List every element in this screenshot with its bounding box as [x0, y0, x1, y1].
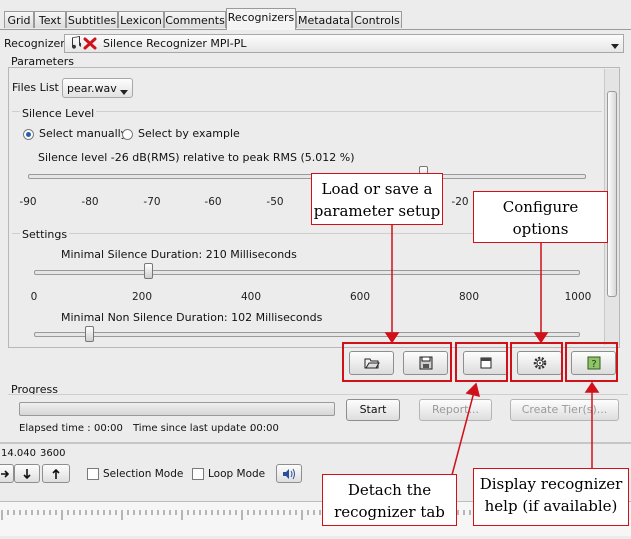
- tab-recognizers[interactable]: Recognizers: [226, 8, 296, 30]
- callout-detach: Detach the recognizer tab: [322, 474, 457, 526]
- callout-load-save: Load or save a parameter setup: [311, 173, 443, 225]
- callout-help: Display recognizer help (if available): [473, 468, 629, 526]
- callout-configure: Configure options: [473, 191, 608, 243]
- annotation-arrows: [384, 225, 600, 476]
